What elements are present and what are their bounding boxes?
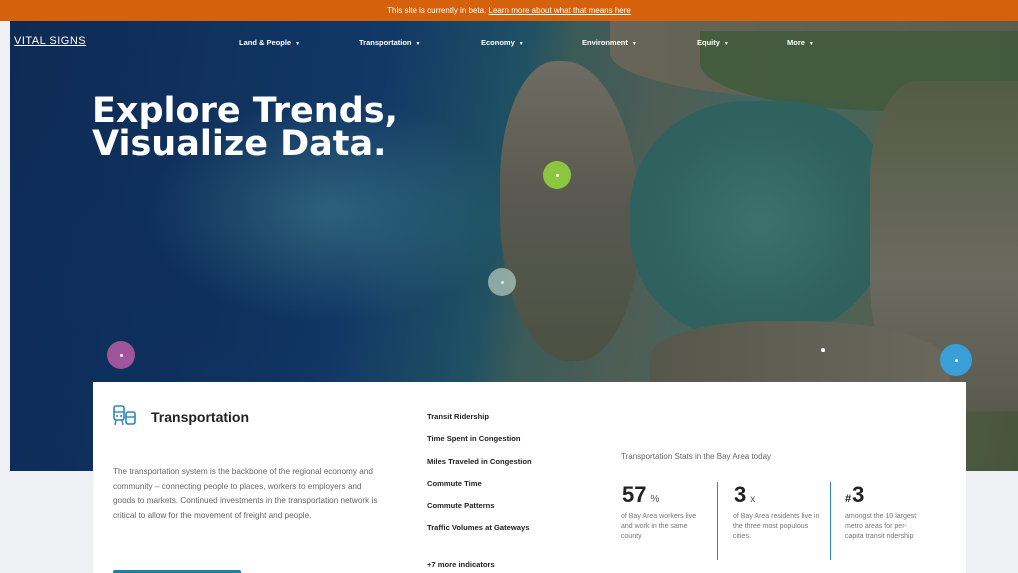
beta-banner: This site is currently in beta. Learn mo… — [0, 0, 1018, 21]
indicator-link[interactable]: Transit Ridership — [427, 412, 532, 434]
indicator-link[interactable]: Traffic Volumes at Gateways — [427, 523, 532, 545]
hero-headline: Explore Trends, Visualize Data. — [92, 94, 398, 164]
chevron-down-icon: ▼ — [808, 41, 814, 47]
stat-unit: x — [750, 494, 756, 505]
headline-line: Visualize Data. — [92, 124, 387, 164]
card-description: The transportation system is the backbon… — [113, 467, 378, 520]
chevron-down-icon: ▼ — [295, 41, 301, 47]
stat-divider — [830, 482, 831, 560]
chevron-down-icon: ▼ — [415, 41, 421, 47]
indicator-link[interactable]: Miles Traveled in Congestion — [427, 457, 532, 479]
map-marker-blue[interactable] — [940, 344, 972, 376]
chevron-down-icon: ▼ — [723, 41, 729, 47]
stat-unit: % — [650, 494, 660, 505]
nav-item-transportation[interactable]: Transportation ▼ — [359, 38, 420, 47]
nav-item-land-people[interactable]: Land & People ▼ — [239, 38, 300, 47]
nav-item-economy[interactable]: Economy ▼ — [481, 38, 524, 47]
indicator-link[interactable]: Time Spent in Congestion — [427, 434, 532, 456]
transportation-card: Transportation The transportation system… — [93, 382, 966, 573]
nav-label: Equity — [697, 38, 720, 47]
map-marker-purple[interactable] — [107, 341, 135, 369]
stat-prefix: # — [845, 493, 852, 505]
stat-value: 3 — [734, 482, 747, 507]
stat-caption: amongst the 10 largest metro areas for p… — [845, 513, 917, 540]
stat-caption: of Bay Area residents live in the three … — [733, 513, 820, 540]
map-marker-teal[interactable] — [488, 268, 516, 296]
stat-value: 3 — [852, 482, 865, 507]
map-land — [500, 61, 640, 361]
transit-icon — [113, 405, 136, 426]
indicator-link[interactable]: Commute Patterns — [427, 501, 532, 523]
main-nav: VITAL SIGNS Land & People ▼ Transportatio… — [10, 21, 1018, 65]
stat-block: #3 amongst the 10 largest metro areas fo… — [845, 482, 925, 542]
beta-banner-text: This site is currently in beta. — [387, 6, 487, 15]
indicator-list: Transit Ridership Time Spent in Congesti… — [427, 412, 532, 546]
nav-label: Transportation — [359, 38, 412, 47]
nav-label: Land & People — [239, 38, 292, 47]
map-marker-small[interactable] — [821, 348, 825, 352]
card-title: Transportation — [151, 409, 250, 425]
nav-label: Economy — [481, 38, 515, 47]
stat-divider — [717, 482, 718, 560]
stats-title: Transportation Stats in the Bay Area tod… — [621, 452, 772, 461]
stat-block: 3x of Bay Area residents live in the thr… — [733, 482, 821, 542]
map-bay — [630, 101, 890, 341]
nav-label: More — [787, 38, 805, 47]
stat-value: 57 — [622, 482, 647, 507]
nav-item-more[interactable]: More ▼ — [787, 38, 814, 47]
nav-label: Environment — [582, 38, 628, 47]
stat-caption: of Bay Area workers live and work in the… — [621, 513, 697, 540]
nav-item-equity[interactable]: Equity ▼ — [697, 38, 729, 47]
map-marker-green[interactable] — [543, 161, 571, 189]
nav-item-environment[interactable]: Environment ▼ — [582, 38, 637, 47]
stat-block: 57% of Bay Area workers live and work in… — [621, 482, 709, 542]
beta-banner-link[interactable]: Learn more about what that means here — [489, 6, 631, 15]
site-logo[interactable]: VITAL SIGNS — [14, 35, 86, 47]
chevron-down-icon: ▼ — [631, 41, 637, 47]
chevron-down-icon: ▼ — [518, 41, 524, 47]
indicator-link[interactable]: Commute Time — [427, 479, 532, 501]
more-indicators-link[interactable]: +7 more indicators — [427, 560, 495, 569]
